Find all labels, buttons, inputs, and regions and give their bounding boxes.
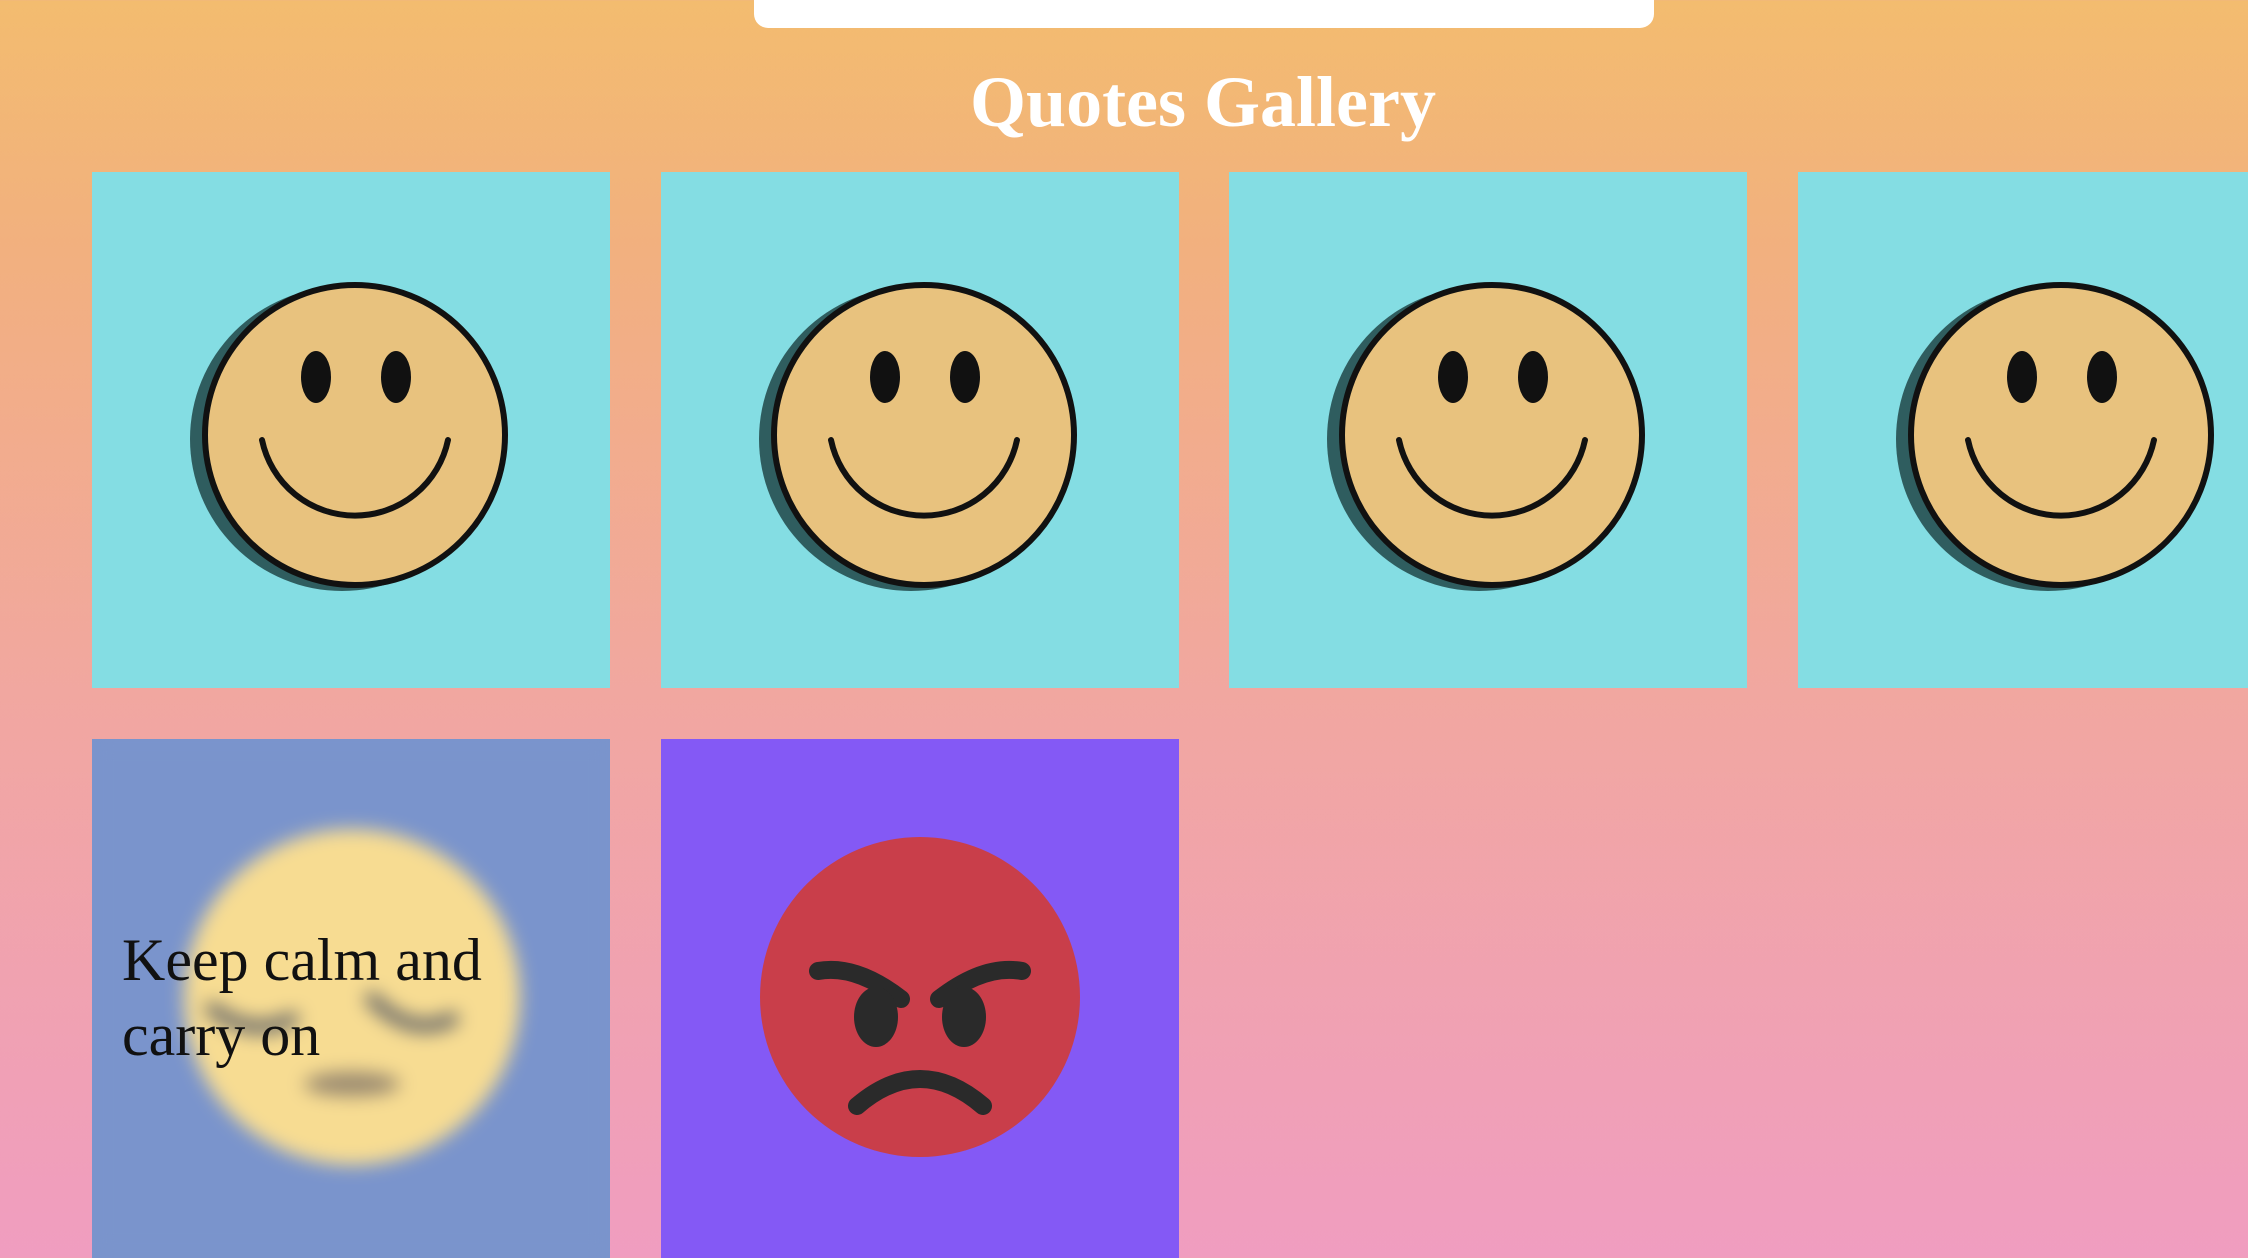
smiley-face-icon (1896, 282, 2214, 591)
gallery-card-smiley-4[interactable] (1798, 172, 2248, 688)
search-bar[interactable] (754, 0, 1654, 28)
smiley-face-icon (190, 282, 508, 591)
page-title: Quotes Gallery (970, 62, 1436, 142)
gallery-card-smiley-1[interactable] (92, 172, 610, 688)
angry-face-icon (760, 837, 1080, 1157)
quote-text: Keep calm and carry on (122, 927, 482, 1068)
gallery-card-smiley-2[interactable] (661, 172, 1179, 688)
smiley-face-icon (1327, 282, 1645, 591)
gallery-card-angry[interactable] (661, 739, 1179, 1258)
gallery-card-quote[interactable]: Keep calm and carry on (92, 739, 610, 1258)
smiley-face-icon (759, 282, 1077, 591)
gallery-card-smiley-3[interactable] (1229, 172, 1747, 688)
